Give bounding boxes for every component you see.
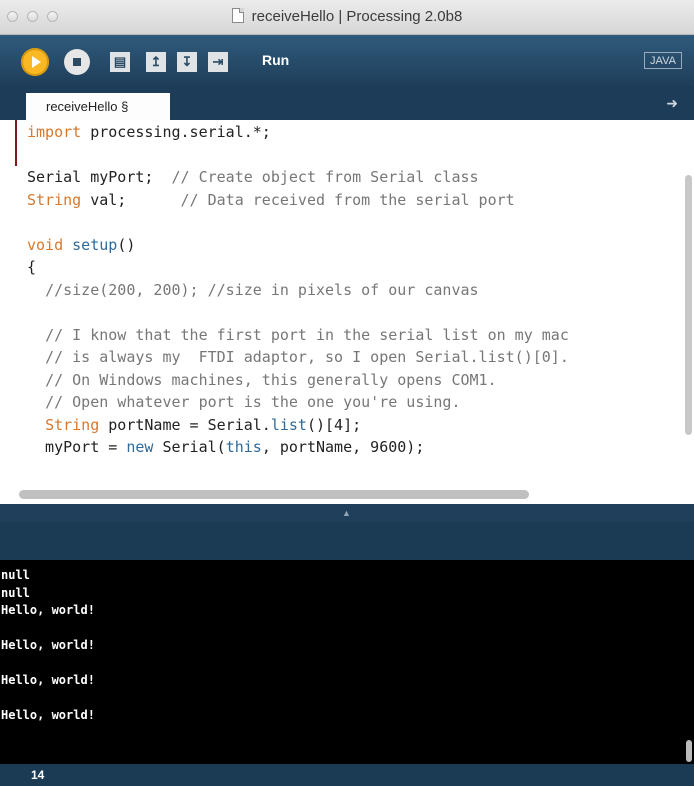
editor-horizontal-scrollbar[interactable] <box>0 484 694 504</box>
console-line: Hello, world! <box>1 673 95 687</box>
code-text[interactable]: import processing.serial.*; Serial myPor… <box>27 121 569 459</box>
code-line: // On Windows machines, this generally o… <box>27 371 497 389</box>
code-line: //size(200, 200); //size in pixels of ou… <box>27 280 479 299</box>
split-divider[interactable]: ▲ <box>0 504 694 522</box>
run-label: Run <box>262 52 290 68</box>
code-line: String portName = Serial.list()[4]; <box>45 415 362 434</box>
new-file-icon: ▤ <box>113 54 127 69</box>
code-line: Serial myPort; // Create object from Ser… <box>27 168 479 186</box>
message-area <box>0 522 694 560</box>
document-icon <box>231 8 244 23</box>
comment-token: // Open whatever port is the one you're … <box>45 393 461 411</box>
comment-token: // I know that the first port in the ser… <box>45 325 569 344</box>
code-line: // I know that the first port in the ser… <box>27 326 569 344</box>
code-line: String val; // Data received from the se… <box>27 190 515 209</box>
comment-token: // Create object from Serial class <box>171 168 479 186</box>
code-editor[interactable]: import processing.serial.*; Serial myPor… <box>0 120 694 501</box>
stop-button[interactable] <box>64 49 90 75</box>
editor-gutter <box>0 120 17 501</box>
export-icon: ⇥ <box>212 54 224 69</box>
console-line: null <box>1 568 30 582</box>
mode-selector[interactable]: JAVA <box>644 52 682 69</box>
title-bar: receiveHello | Processing 2.0b8 <box>0 0 694 35</box>
save-file-icon: ↧ <box>181 54 193 69</box>
keyword-token: import <box>27 123 82 141</box>
code-line: import processing.serial.*; <box>27 123 271 141</box>
console-scroll-thumb[interactable] <box>686 740 692 762</box>
editor-vertical-scrollbar[interactable] <box>682 120 694 501</box>
code-line: void setup() <box>27 235 136 254</box>
editor-vertical-scroll-thumb[interactable] <box>685 175 692 435</box>
window-title: receiveHello | Processing 2.0b8 <box>251 8 463 25</box>
tab-receivehello[interactable]: receiveHello § <box>26 93 170 120</box>
save-button[interactable]: ↧ <box>177 52 197 72</box>
line-marker <box>15 120 17 166</box>
toolbar: ▤ ↥ ↧ ⇥ Run JAVA <box>0 35 694 85</box>
divider-grip-icon[interactable]: ▲ <box>342 508 351 518</box>
console-line: Hello, world! <box>1 708 95 722</box>
status-bar: 14 <box>0 764 694 786</box>
keyword-token: new <box>126 438 154 456</box>
function-token: list <box>270 415 307 434</box>
tab-bar: receiveHello § ➜ <box>0 85 694 120</box>
comment-token: // On Windows machines, this generally o… <box>45 370 497 389</box>
keyword-token: this <box>225 438 262 456</box>
console-line: Hello, world! <box>1 638 95 652</box>
tab-menu-arrow-icon[interactable]: ➜ <box>666 95 678 112</box>
editor-horizontal-scroll-thumb[interactable] <box>19 490 529 499</box>
code-line: // Open whatever port is the one you're … <box>27 393 460 411</box>
keyword-token: String <box>45 415 100 434</box>
comment-token: // is always my FTDI adaptor, so I open … <box>45 348 569 366</box>
comment-token: // Data received from the serial port <box>180 190 515 209</box>
run-button[interactable] <box>21 48 49 76</box>
console-line: null <box>1 585 30 600</box>
code-line: { <box>27 258 37 276</box>
keyword-token: String <box>27 190 82 209</box>
export-button[interactable]: ⇥ <box>208 52 228 72</box>
open-file-icon: ↥ <box>150 54 162 69</box>
keyword-token: void <box>27 235 64 254</box>
console[interactable]: null null Hello, world! Hello, world! He… <box>0 560 694 764</box>
function-token: setup <box>72 235 118 254</box>
console-output: null null Hello, world! Hello, world! He… <box>1 567 95 725</box>
open-button[interactable]: ↥ <box>146 52 166 72</box>
code-line: myPort = new Serial(this, portName, 9600… <box>27 438 425 456</box>
line-number: 14 <box>31 768 45 782</box>
window-title-wrap: receiveHello | Processing 2.0b8 <box>0 8 694 25</box>
comment-token: //size(200, 200); //size in pixels of ou… <box>45 280 479 299</box>
console-line: Hello, world! <box>1 603 95 617</box>
code-line: // is always my FTDI adaptor, so I open … <box>27 348 569 366</box>
new-button[interactable]: ▤ <box>110 52 130 72</box>
